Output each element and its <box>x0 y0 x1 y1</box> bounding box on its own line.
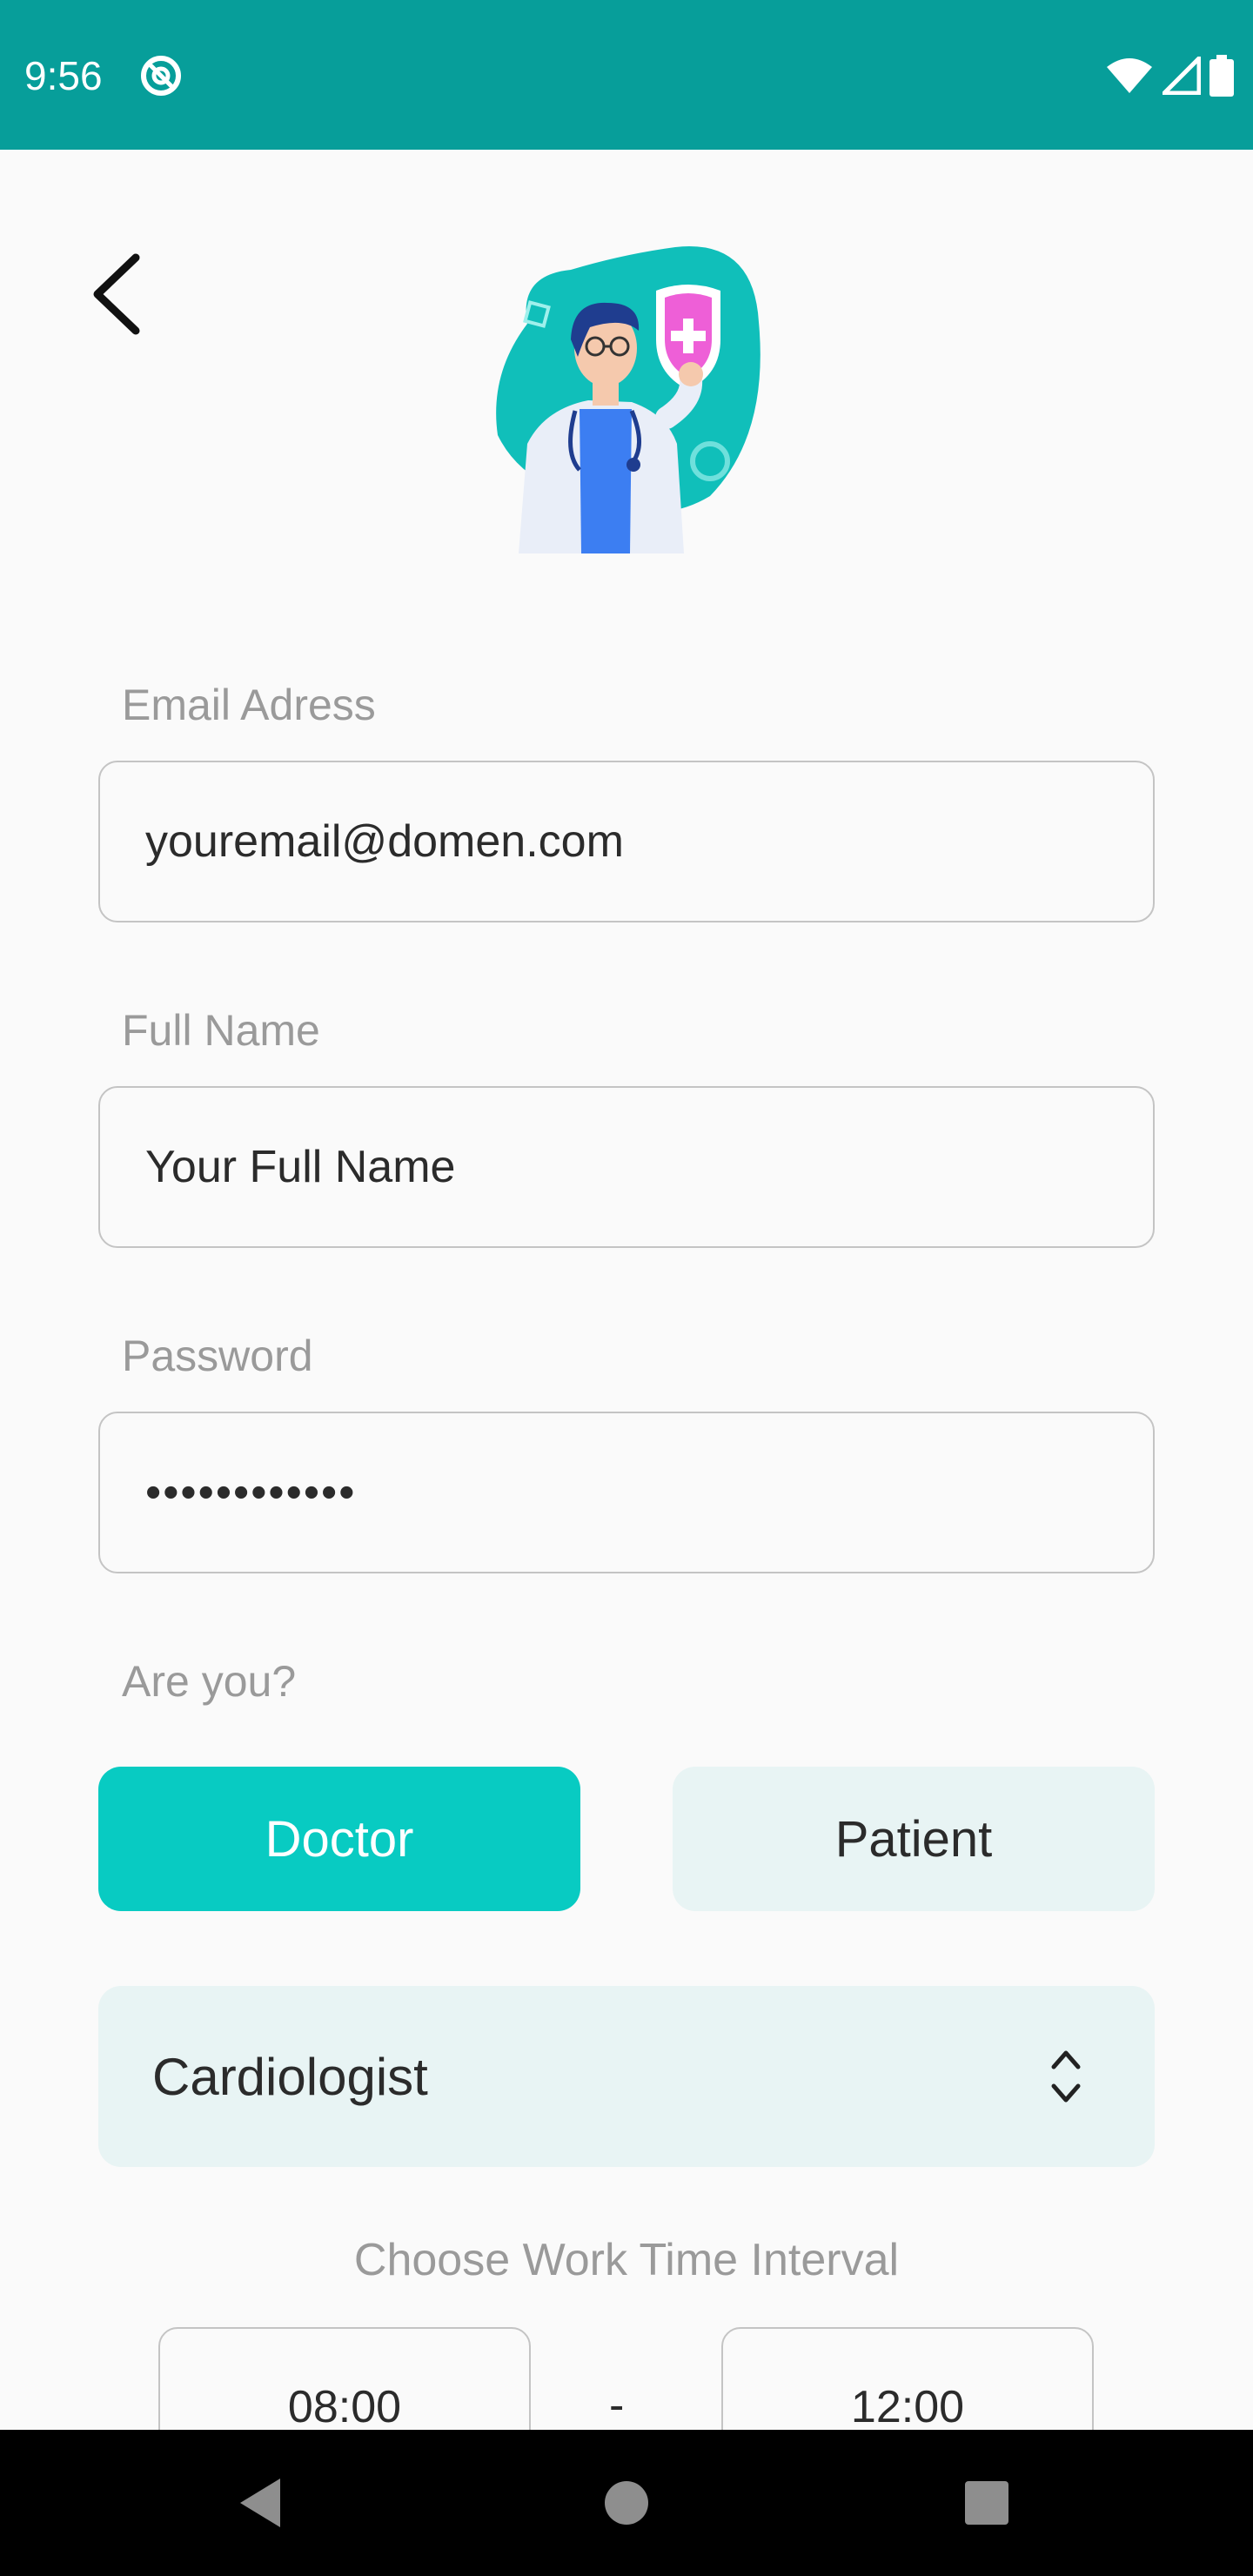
password-input[interactable] <box>144 1466 1153 1519</box>
status-bar: 9:56 <box>0 0 1253 150</box>
cellular-signal-icon <box>1163 57 1201 95</box>
system-navigation-bar <box>0 2430 1253 2576</box>
chevron-up-down-icon <box>1051 2050 1081 2103</box>
doctor-role-button[interactable]: Doctor <box>98 1767 580 1911</box>
password-field-container <box>98 1412 1155 1573</box>
arrow-back-icon[interactable] <box>87 249 153 339</box>
nav-back-icon[interactable] <box>228 2468 298 2538</box>
nav-home-icon[interactable] <box>592 2468 661 2538</box>
doctor-illustration <box>496 246 761 553</box>
status-icons <box>1105 52 1234 99</box>
email-label: Email Adress <box>122 681 376 729</box>
time-separator: - <box>609 2380 625 2431</box>
battery-icon <box>1209 55 1234 97</box>
wifi-icon <box>1107 58 1152 93</box>
role-question-label: Are you? <box>122 1657 297 1706</box>
status-time: 9:56 <box>24 53 103 98</box>
work-time-interval-label: Choose Work Time Interval <box>353 2235 900 2285</box>
password-label: Password <box>122 1332 313 1380</box>
nav-recents-icon[interactable] <box>952 2468 1022 2538</box>
email-field-container <box>98 761 1155 922</box>
full-name-input[interactable] <box>144 1140 1153 1194</box>
specialty-dropdown[interactable]: Cardiologist <box>98 1986 1155 2167</box>
do-not-disturb-icon <box>141 56 181 96</box>
specialty-selected-value: Cardiologist <box>152 2047 428 2106</box>
full-name-label: Full Name <box>122 1006 320 1055</box>
patient-role-button[interactable]: Patient <box>673 1767 1155 1911</box>
email-input[interactable] <box>144 815 1153 869</box>
full-name-field-container <box>98 1086 1155 1248</box>
